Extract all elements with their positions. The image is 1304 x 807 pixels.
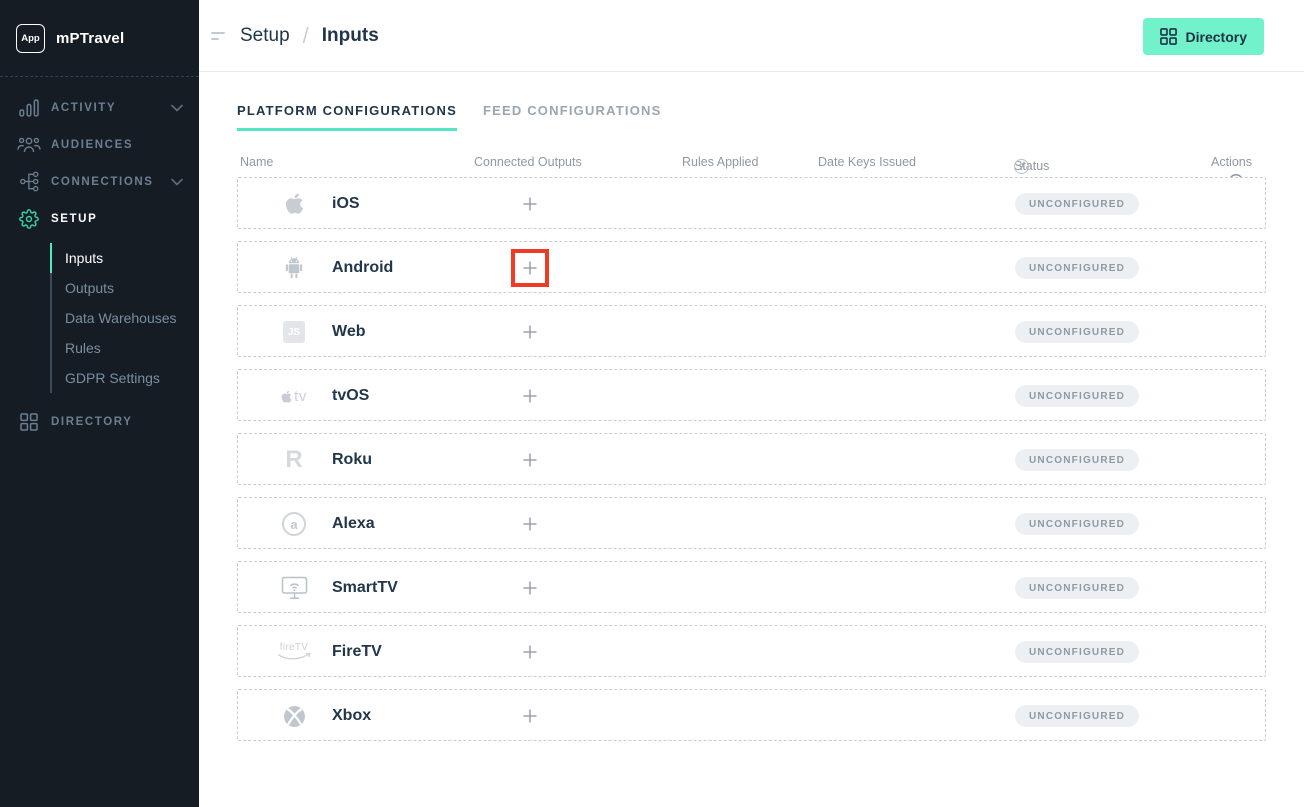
column-header-name: Name — [240, 155, 273, 169]
sidebar-item-outputs[interactable]: Outputs — [50, 273, 199, 303]
directory-icon — [16, 413, 42, 431]
table-row: iOS UNCONFIGURED — [237, 177, 1266, 229]
platform-name: FireTV — [332, 626, 382, 678]
breadcrumb-separator: / — [303, 23, 309, 49]
directory-button-label: Directory — [1186, 29, 1247, 45]
sidebar-item-rules[interactable]: Rules — [50, 333, 199, 363]
add-output-button[interactable] — [511, 569, 549, 607]
column-header-rules-applied: Rules Applied — [682, 155, 758, 169]
app-name: mPTravel — [56, 30, 124, 47]
sidebar-item-connections[interactable]: CONNECTIONS — [0, 163, 199, 200]
gear-icon — [16, 209, 42, 229]
status-badge: UNCONFIGURED — [1015, 641, 1139, 663]
platform-name: tvOS — [332, 370, 369, 422]
sidebar: App mPTravel ACTIVITY AUDIENCES — [0, 0, 199, 807]
add-output-button[interactable] — [511, 185, 549, 223]
platform-rows: iOS UNCONFIGURED Android UNCONFIGURED JS Web… — [237, 177, 1266, 741]
status-badge: UNCONFIGURED — [1015, 193, 1139, 215]
status-badge: UNCONFIGURED — [1015, 705, 1139, 727]
sidebar-item-label: DIRECTORY — [51, 416, 133, 428]
table-row: Android UNCONFIGURED — [237, 241, 1266, 293]
sidebar-item-gdpr-settings[interactable]: GDPR Settings — [50, 363, 199, 393]
sidebar-item-label: ACTIVITY — [51, 102, 116, 114]
add-output-button[interactable] — [511, 313, 549, 351]
status-badge: UNCONFIGURED — [1015, 513, 1139, 535]
tabs: PLATFORM CONFIGURATIONS FEED CONFIGURATI… — [237, 72, 1266, 131]
table-header: Name Connected Outputs Rules Applied Dat… — [237, 151, 1266, 177]
sidebar-item-label: CONNECTIONS — [51, 176, 154, 188]
audiences-icon — [16, 136, 42, 153]
table-row: R Roku UNCONFIGURED — [237, 433, 1266, 485]
status-badge: UNCONFIGURED — [1015, 385, 1139, 407]
platform-name: SmartTV — [332, 562, 398, 614]
android-icon — [274, 242, 314, 294]
topbar: Setup / Inputs Directory — [199, 0, 1304, 72]
help-icon[interactable]: ? — [1014, 159, 1029, 174]
table-row: tvtvOS UNCONFIGURED — [237, 369, 1266, 421]
add-output-button-highlighted[interactable] — [511, 249, 549, 287]
table-row: a Alexa UNCONFIGURED — [237, 497, 1266, 549]
activity-icon — [16, 99, 42, 117]
connections-icon — [16, 171, 42, 192]
sidebar-item-activity[interactable]: ACTIVITY — [0, 89, 199, 126]
platform-name: iOS — [332, 178, 360, 230]
add-output-button[interactable] — [511, 633, 549, 671]
table-row: Xbox UNCONFIGURED — [237, 689, 1266, 741]
sidebar-nav: ACTIVITY AUDIENCES CONNECTIONS — [0, 77, 199, 440]
column-header-actions: Actions — [1211, 155, 1252, 169]
app-logo-row[interactable]: App mPTravel — [0, 0, 199, 77]
page-title: Inputs — [322, 25, 379, 47]
tab-platform-configurations[interactable]: PLATFORM CONFIGURATIONS — [237, 103, 457, 131]
firetv-icon: fireTV — [274, 626, 314, 678]
apple-icon — [274, 178, 314, 230]
sidebar-item-inputs[interactable]: Inputs — [50, 243, 199, 273]
directory-button[interactable]: Directory — [1143, 18, 1264, 55]
table-row: fireTV FireTV UNCONFIGURED — [237, 625, 1266, 677]
chevron-down-icon — [171, 178, 183, 186]
sidebar-item-setup[interactable]: SETUP — [0, 200, 199, 237]
sidebar-item-directory[interactable]: DIRECTORY — [0, 403, 199, 440]
status-badge: UNCONFIGURED — [1015, 449, 1139, 471]
roku-icon: R — [274, 434, 314, 486]
setup-subnav: Inputs Outputs Data Warehouses Rules GDP… — [50, 243, 199, 393]
platform-name: Android — [332, 242, 393, 294]
xbox-icon — [274, 690, 314, 742]
column-header-date-keys-issued: Date Keys Issued — [818, 155, 916, 169]
tvos-icon: tv — [274, 370, 314, 422]
content: PLATFORM CONFIGURATIONS FEED CONFIGURATI… — [199, 72, 1304, 741]
status-badge: UNCONFIGURED — [1015, 577, 1139, 599]
table-row: JS Web UNCONFIGURED — [237, 305, 1266, 357]
platform-name: Xbox — [332, 690, 371, 742]
main-area: Setup / Inputs Directory PLATFORM CONFIG… — [199, 0, 1304, 807]
add-output-button[interactable] — [511, 441, 549, 479]
js-icon: JS — [274, 306, 314, 358]
column-header-connected-outputs: Connected Outputs — [474, 155, 582, 169]
sidebar-item-data-warehouses[interactable]: Data Warehouses — [50, 303, 199, 333]
platform-name: Web — [332, 306, 365, 358]
table-row: SmartTV UNCONFIGURED — [237, 561, 1266, 613]
platform-name: Roku — [332, 434, 372, 486]
platform-name: Alexa — [332, 498, 375, 550]
smarttv-icon — [274, 562, 314, 614]
sidebar-item-label: AUDIENCES — [51, 139, 133, 151]
chevron-down-icon — [171, 104, 183, 112]
status-badge: UNCONFIGURED — [1015, 321, 1139, 343]
app-logo-icon: App — [16, 24, 45, 53]
sidebar-item-audiences[interactable]: AUDIENCES — [0, 126, 199, 163]
directory-icon — [1160, 28, 1177, 45]
add-output-button[interactable] — [511, 697, 549, 735]
breadcrumb-collapse-icon[interactable] — [211, 32, 227, 40]
tab-feed-configurations[interactable]: FEED CONFIGURATIONS — [483, 103, 662, 131]
add-output-button[interactable] — [511, 505, 549, 543]
status-badge: UNCONFIGURED — [1015, 257, 1139, 279]
sidebar-item-label: SETUP — [51, 213, 97, 225]
alexa-icon: a — [274, 498, 314, 550]
breadcrumb-parent[interactable]: Setup — [240, 25, 290, 47]
add-output-button[interactable] — [511, 377, 549, 415]
